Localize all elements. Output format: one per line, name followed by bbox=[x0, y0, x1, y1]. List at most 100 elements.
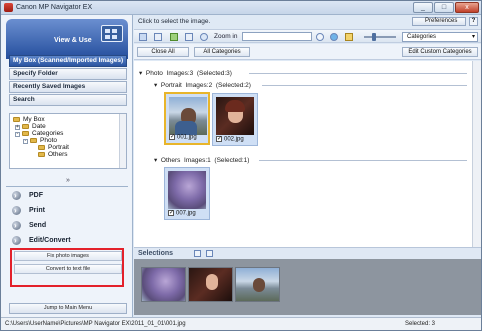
highlight-annotation-box bbox=[10, 248, 124, 287]
tree-node-photo[interactable]: Photo bbox=[40, 137, 57, 144]
action-label: Edit/Convert bbox=[29, 237, 71, 244]
divider bbox=[6, 186, 128, 187]
divider bbox=[259, 160, 467, 161]
thumbnail-002[interactable]: ✓ 002.jpg bbox=[212, 93, 258, 146]
group-images: Images:2 bbox=[185, 82, 213, 89]
group-name: Photo bbox=[145, 70, 163, 77]
status-selected-count: Selected: 3 bbox=[405, 321, 436, 327]
group-others-header[interactable]: ▾ Others Images:1 (Selected:1) bbox=[154, 156, 249, 164]
expand-arrow-icon: ▾ bbox=[139, 70, 143, 77]
close-button[interactable]: x bbox=[455, 2, 479, 13]
folder-open-icon[interactable] bbox=[345, 33, 353, 41]
search-input[interactable] bbox=[242, 32, 312, 41]
action-edit-convert[interactable]: Edit/Convert bbox=[9, 234, 127, 247]
tree-scrollbar[interactable] bbox=[119, 114, 126, 168]
all-categories-button[interactable]: All Categories bbox=[194, 47, 250, 57]
folder-icon bbox=[22, 131, 29, 136]
close-all-button[interactable]: Close All bbox=[137, 47, 189, 57]
action-print[interactable]: Print bbox=[9, 204, 127, 217]
grid-view-icon[interactable] bbox=[139, 33, 147, 41]
properties-icon[interactable] bbox=[185, 33, 193, 41]
selected-thumbnail[interactable] bbox=[235, 267, 280, 302]
maximize-button[interactable]: □ bbox=[434, 2, 454, 13]
group-name: Others bbox=[160, 157, 181, 164]
folder-icon bbox=[22, 124, 29, 129]
view-use-icon bbox=[101, 25, 123, 42]
zoom-in-label[interactable]: Zoom in bbox=[214, 33, 237, 40]
instruction-text: Click to select the image. bbox=[138, 18, 211, 25]
action-label: Print bbox=[29, 207, 45, 214]
thumbnail-caption: ✓ 007.jpg bbox=[168, 210, 196, 217]
list-view-icon[interactable] bbox=[154, 33, 162, 41]
tree-node-my-box[interactable]: My Box bbox=[23, 116, 45, 123]
group-name: Portrait bbox=[160, 82, 182, 89]
nav-specify-folder[interactable]: Specify Folder bbox=[9, 68, 127, 80]
group-selected: (Selected:2) bbox=[215, 82, 251, 89]
nav-recently-saved[interactable]: Recently Saved Images bbox=[9, 81, 127, 93]
status-bar: C:\Users\UserName\Pictures\MP Navigator … bbox=[1, 317, 481, 330]
preferences-button[interactable]: Preferences bbox=[412, 17, 466, 26]
thumbnail-007[interactable]: ✓ 007.jpg bbox=[164, 167, 210, 220]
edit-custom-categories-button[interactable]: Edit Custom Categories bbox=[402, 47, 478, 57]
rotate-icon[interactable] bbox=[170, 33, 178, 41]
folder-icon bbox=[38, 152, 45, 157]
expand-arrow-icon: ▾ bbox=[154, 82, 158, 89]
photo-image bbox=[168, 171, 206, 209]
tree-node-date[interactable]: Date bbox=[32, 123, 46, 130]
filename: 002.jpg bbox=[224, 137, 244, 143]
filename: 007.jpg bbox=[176, 211, 196, 217]
tree-node-others[interactable]: Others bbox=[48, 151, 68, 158]
help-button[interactable]: ? bbox=[469, 17, 478, 26]
checkbox[interactable]: ✓ bbox=[216, 136, 222, 143]
tree-node-portrait[interactable]: Portrait bbox=[48, 144, 69, 151]
toolbar: Zoom in Categories bbox=[134, 29, 481, 43]
thumbnail-size-slider[interactable] bbox=[364, 36, 396, 38]
left-panel: View & Use My Box (Scanned/Imported Imag… bbox=[1, 15, 133, 317]
expand-icon[interactable]: + bbox=[15, 125, 20, 130]
nav-my-box[interactable]: My Box (Scanned/Imported Images) bbox=[9, 55, 127, 67]
window-title: Canon MP Navigator EX bbox=[16, 4, 93, 11]
action-send[interactable]: Send bbox=[9, 219, 127, 232]
thumbnail-area: ▾ Photo Images:3 (Selected:3) ▾ Portrait… bbox=[134, 61, 472, 247]
arrow-circle-icon bbox=[12, 234, 21, 247]
search-icon[interactable] bbox=[316, 33, 324, 41]
action-pdf[interactable]: PDF bbox=[9, 189, 127, 202]
selections-label: Selections bbox=[138, 250, 174, 257]
thumbnail-caption: ✓ 002.jpg bbox=[216, 136, 244, 143]
slider-thumb[interactable] bbox=[372, 33, 376, 41]
zoom-icon[interactable] bbox=[200, 33, 208, 41]
checkbox[interactable]: ✓ bbox=[168, 210, 174, 217]
selection-tray bbox=[134, 259, 481, 315]
category-select[interactable]: Categories bbox=[402, 32, 478, 42]
refresh-icon[interactable] bbox=[330, 33, 338, 41]
grid-view-icon[interactable] bbox=[194, 250, 201, 257]
divider bbox=[262, 85, 467, 86]
folder-icon bbox=[30, 138, 37, 143]
collapse-icon[interactable]: - bbox=[23, 139, 28, 144]
view-and-use-header[interactable]: View & Use bbox=[6, 19, 128, 59]
category-button-row: Close All All Categories Edit Custom Cat… bbox=[134, 44, 481, 60]
list-view-icon[interactable] bbox=[206, 250, 213, 257]
folder-icon bbox=[13, 117, 20, 122]
selected-thumbnail[interactable] bbox=[188, 267, 233, 302]
group-photo-header[interactable]: ▾ Photo Images:3 (Selected:3) bbox=[139, 69, 232, 77]
main-panel: Click to select the image. Preferences ?… bbox=[134, 15, 481, 317]
collapse-icon[interactable]: - bbox=[15, 132, 20, 137]
group-selected: (Selected:3) bbox=[196, 70, 232, 77]
photo-image bbox=[216, 97, 254, 135]
thumbnail-001[interactable]: ✓ 001.jpg bbox=[164, 92, 210, 145]
selected-thumbnail[interactable] bbox=[141, 267, 186, 302]
folder-tree: My Box + Date - Categories - Photo Portr… bbox=[9, 113, 127, 169]
group-images: Images:1 bbox=[184, 157, 211, 164]
collapse-chevron-icon[interactable]: » bbox=[9, 177, 127, 185]
filename: 001.jpg bbox=[177, 135, 197, 141]
nav-search[interactable]: Search bbox=[9, 94, 127, 106]
expand-arrow-icon: ▾ bbox=[154, 157, 158, 164]
group-portrait-header[interactable]: ▾ Portrait Images:2 (Selected:2) bbox=[154, 81, 251, 89]
minimize-button[interactable]: _ bbox=[413, 2, 433, 13]
content-scrollbar[interactable] bbox=[472, 61, 481, 247]
selections-bar: Selections bbox=[134, 247, 481, 259]
jump-to-main-menu-button[interactable]: Jump to Main Menu bbox=[9, 303, 127, 314]
checkbox[interactable]: ✓ bbox=[169, 134, 175, 141]
tree-node-categories[interactable]: Categories bbox=[32, 130, 63, 137]
